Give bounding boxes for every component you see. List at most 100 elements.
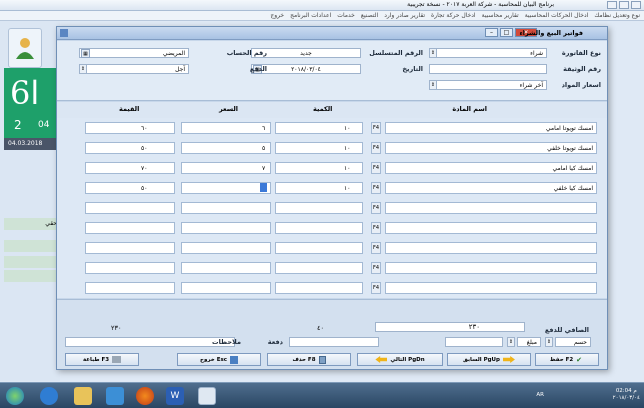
save-button[interactable]: حفظ F2 ✔ [535, 353, 599, 366]
item-lookup-icon[interactable]: F4 [371, 282, 381, 294]
item-name-cell[interactable]: امسك تويوتا امامي [385, 122, 597, 134]
start-button-icon[interactable] [6, 387, 24, 405]
browser-icon[interactable] [40, 387, 58, 405]
account-field[interactable]: المريضي [79, 48, 189, 58]
side-item[interactable]: حقي [4, 218, 60, 230]
close-icon[interactable] [631, 1, 641, 9]
chevron-down-icon[interactable]: ⇕ [429, 80, 437, 90]
menu-item[interactable]: اعدادات البرنامج [290, 12, 331, 19]
chevron-down-icon[interactable]: ⇕ [507, 337, 515, 347]
menu-item[interactable]: التصنيع [361, 12, 378, 19]
previous-button[interactable]: السابق PgUp [447, 353, 531, 366]
qty-cell[interactable]: ١٠ [275, 162, 363, 174]
qty-cell[interactable] [275, 222, 363, 234]
serial-field[interactable]: جديد [251, 48, 361, 58]
price-select[interactable]: آخر شراء [429, 80, 547, 90]
menu-item[interactable]: تقارير محاسبية [482, 12, 519, 19]
date-field[interactable]: ٢٠١٨/٠٣/٠٤ [251, 64, 361, 74]
payment-select[interactable]: آجل [79, 64, 189, 74]
value-cell[interactable] [85, 282, 175, 294]
item-name-cell[interactable] [385, 282, 597, 294]
price-cell[interactable]: ٦ [181, 122, 271, 134]
invoice-type-select[interactable]: شراء [429, 48, 547, 58]
price-cell[interactable] [181, 282, 271, 294]
folder-icon[interactable] [74, 387, 92, 405]
menu-item[interactable]: ادخال حركة تجارة [431, 12, 476, 19]
item-name-cell[interactable] [385, 222, 597, 234]
value-cell[interactable] [85, 242, 175, 254]
chevron-down-icon[interactable]: ⇕ [429, 48, 437, 58]
menu-item[interactable]: خروج [270, 12, 284, 19]
maximize-icon[interactable]: □ [500, 28, 513, 37]
item-lookup-icon[interactable]: F4 [371, 202, 381, 214]
item-lookup-icon[interactable]: F4 [371, 222, 381, 234]
value-cell[interactable] [85, 222, 175, 234]
side-item[interactable] [4, 240, 60, 252]
lookup-icon[interactable]: ▦ [81, 49, 90, 58]
qty-cell[interactable] [275, 282, 363, 294]
discount-type-select[interactable]: حسم [555, 337, 591, 347]
minimize-icon[interactable] [607, 1, 617, 9]
item-lookup-icon[interactable]: F4 [371, 142, 381, 154]
notes-field[interactable] [65, 337, 235, 347]
item-lookup-icon[interactable]: F4 [371, 242, 381, 254]
item-lookup-icon[interactable]: F4 [371, 262, 381, 274]
delete-button[interactable]: حذف F8 [267, 353, 351, 366]
value-cell[interactable] [85, 202, 175, 214]
item-lookup-icon[interactable]: F4 [371, 122, 381, 134]
price-cell[interactable] [181, 242, 271, 254]
minimize-icon[interactable]: – [485, 28, 498, 37]
item-lookup-icon[interactable]: F4 [371, 182, 381, 194]
qty-cell[interactable]: ١٠ [275, 182, 363, 194]
item-name-cell[interactable] [385, 242, 597, 254]
item-name-cell[interactable]: امسك كيا امامي [385, 162, 597, 174]
side-item[interactable] [4, 256, 60, 268]
qty-cell[interactable] [275, 262, 363, 274]
price-cell[interactable] [181, 222, 271, 234]
qty-cell[interactable]: ١٠ [275, 142, 363, 154]
next-button[interactable]: التالي PgDn [357, 353, 443, 366]
chevron-down-icon[interactable]: ⇕ [79, 64, 87, 74]
qty-cell[interactable] [275, 202, 363, 214]
price-cell[interactable] [181, 262, 271, 274]
doc-number-field[interactable] [429, 64, 547, 74]
exit-button[interactable]: خروج Esc [177, 353, 261, 366]
chevron-down-icon[interactable]: ⇕ [545, 337, 553, 347]
check-icon: ✔ [576, 356, 583, 364]
clock-time[interactable]: 02:04 م [613, 388, 640, 395]
app-taskbar-icon[interactable] [198, 387, 216, 405]
payment-amount-field[interactable] [289, 337, 379, 347]
qty-cell[interactable]: ١٠ [275, 122, 363, 134]
price-cell-active[interactable] [181, 182, 271, 194]
item-name-cell[interactable]: امسك تويوتا خلفي [385, 142, 597, 154]
menu-item[interactable]: نوع وتعديل نظامك [594, 12, 640, 19]
value-cell[interactable]: ٥٠ [85, 142, 175, 154]
discount-amount-field[interactable] [445, 337, 503, 347]
item-name-cell[interactable] [385, 262, 597, 274]
value-cell[interactable]: ٥٠ [85, 182, 175, 194]
item-lookup-icon[interactable]: F4 [371, 162, 381, 174]
app-title: برنامج البيان للمحاسبة - شركة العربة ٢٠١… [407, 1, 554, 8]
word-icon[interactable]: W [166, 387, 184, 405]
menu-item[interactable]: تقارير صادر وارد [384, 12, 425, 19]
price-cell[interactable]: ٧ [181, 162, 271, 174]
user-icon[interactable] [8, 28, 42, 68]
language-indicator[interactable]: AR [536, 392, 544, 399]
price-cell[interactable]: ٥ [181, 142, 271, 154]
amount-type-select[interactable]: مبلغ [517, 337, 541, 347]
media-icon[interactable] [106, 387, 124, 405]
side-item[interactable] [4, 270, 60, 282]
value-cell[interactable]: ٧٠ [85, 162, 175, 174]
print-button[interactable]: طباعة F3 [65, 353, 139, 366]
value-cell[interactable] [85, 262, 175, 274]
qty-cell[interactable] [275, 242, 363, 254]
item-name-cell[interactable]: امسك كيا خلفي [385, 182, 597, 194]
firefox-icon[interactable] [136, 387, 154, 405]
item-name-cell[interactable] [385, 202, 597, 214]
maximize-icon[interactable] [619, 1, 629, 9]
clock-date[interactable]: ٢٠١٨/٠٣/٠٤ [613, 395, 640, 402]
value-cell[interactable]: ٦٠ [85, 122, 175, 134]
price-cell[interactable] [181, 202, 271, 214]
menu-item[interactable]: خدمات [337, 12, 355, 19]
menu-item[interactable]: ادخال الحركات المحاسبية [525, 12, 589, 19]
